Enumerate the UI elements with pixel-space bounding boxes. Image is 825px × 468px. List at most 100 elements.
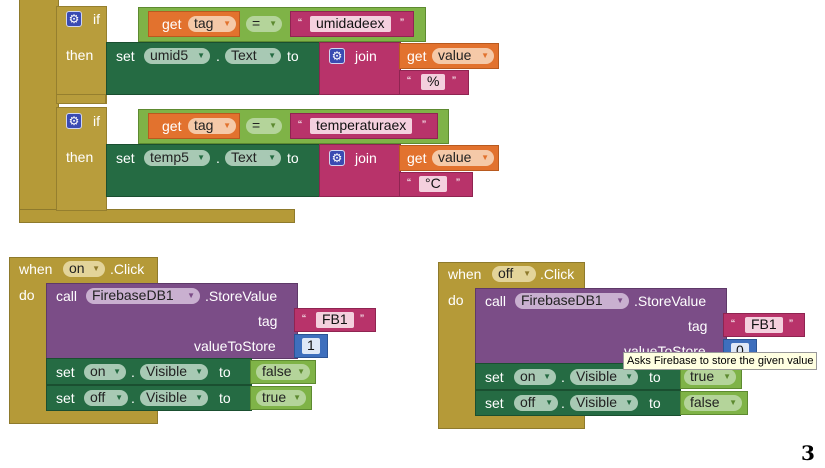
- component-dropdown[interactable]: off ▼: [84, 390, 128, 406]
- triangle-down-icon: ▼: [187, 291, 195, 300]
- join-label: join: [355, 150, 377, 166]
- boolean-dropdown[interactable]: true ▼: [684, 369, 736, 385]
- triangle-down-icon: ▼: [113, 367, 121, 376]
- event-block-top[interactable]: [19, 0, 59, 223]
- tag-dropdown[interactable]: tag ▼: [188, 118, 236, 134]
- tag-text-value[interactable]: FB1: [316, 312, 354, 328]
- to-label: to: [219, 390, 231, 406]
- get-label: get: [407, 150, 427, 166]
- event-label: .Click: [540, 266, 575, 282]
- property-dropdown[interactable]: Visible ▼: [140, 390, 208, 406]
- operator-dropdown[interactable]: = ▼: [246, 16, 282, 32]
- boolean-dropdown[interactable]: false ▼: [684, 395, 742, 411]
- property-dropdown[interactable]: Text ▼: [225, 48, 281, 64]
- then-label: then: [66, 47, 94, 63]
- triangle-down-icon: ▼: [625, 372, 633, 381]
- get-label: get: [162, 118, 182, 134]
- text-value[interactable]: temperaturaex: [310, 118, 413, 134]
- page-number: 3: [801, 441, 815, 465]
- dot-label: .: [131, 390, 135, 406]
- firebase-dropdown[interactable]: FirebaseDB1 ▼: [515, 293, 629, 309]
- tag-text-value[interactable]: FB1: [745, 317, 783, 333]
- quote-open: “: [302, 312, 306, 326]
- gear-icon[interactable]: ⚙: [66, 113, 82, 129]
- if-label: if: [93, 113, 100, 129]
- tag-dropdown[interactable]: tag ▼: [188, 16, 236, 32]
- value-dropdown[interactable]: value ▼: [432, 48, 494, 64]
- triangle-down-icon: ▼: [223, 19, 231, 28]
- do-label: do: [19, 287, 35, 303]
- triangle-down-icon: ▼: [543, 372, 551, 381]
- text-value[interactable]: %: [421, 74, 446, 90]
- component-dropdown[interactable]: on ▼: [514, 369, 556, 385]
- then-label: then: [66, 149, 94, 165]
- firebase-dropdown[interactable]: FirebaseDB1 ▼: [86, 288, 200, 304]
- property-dropdown[interactable]: Visible ▼: [140, 364, 208, 380]
- when-label: when: [19, 261, 53, 277]
- property-dropdown[interactable]: Visible ▼: [570, 395, 638, 411]
- triangle-down-icon: ▼: [481, 51, 489, 60]
- quote-open: “: [298, 118, 302, 132]
- join-label: join: [355, 48, 377, 64]
- tag-param-label: tag: [258, 313, 278, 329]
- when-label: when: [448, 266, 482, 282]
- triangle-down-icon: ▼: [616, 296, 624, 305]
- value-dropdown[interactable]: value ▼: [432, 150, 494, 166]
- number-value[interactable]: 1: [302, 338, 320, 354]
- triangle-down-icon: ▼: [297, 367, 305, 376]
- quote-open: “: [407, 74, 411, 88]
- quote-close: ”: [422, 118, 426, 132]
- component-dropdown[interactable]: umid5 ▼: [144, 48, 210, 64]
- triangle-down-icon: ▼: [115, 393, 123, 402]
- component-dropdown[interactable]: off ▼: [492, 266, 536, 282]
- call-label: call: [485, 293, 507, 309]
- triangle-down-icon: ▼: [269, 121, 277, 130]
- triangle-down-icon: ▼: [195, 393, 203, 402]
- quote-close: ”: [452, 74, 456, 88]
- operator-dropdown[interactable]: = ▼: [246, 118, 282, 134]
- boolean-dropdown[interactable]: true ▼: [256, 390, 306, 406]
- property-dropdown[interactable]: Text ▼: [225, 150, 281, 166]
- tag-param-label: tag: [688, 318, 708, 334]
- component-dropdown[interactable]: on ▼: [84, 364, 126, 380]
- quote-close: ”: [789, 317, 793, 331]
- gear-icon[interactable]: ⚙: [329, 48, 345, 64]
- boolean-dropdown[interactable]: false ▼: [256, 364, 310, 380]
- quote-open: “: [298, 16, 302, 30]
- quote-close: ”: [400, 16, 404, 30]
- triangle-down-icon: ▼: [545, 398, 553, 407]
- if-block-1-bottom: [56, 94, 106, 104]
- to-label: to: [649, 395, 661, 411]
- to-label: to: [219, 364, 231, 380]
- triangle-down-icon: ▼: [523, 269, 531, 278]
- property-dropdown[interactable]: Visible ▼: [570, 369, 638, 385]
- method-label: .StoreValue: [634, 293, 707, 309]
- quote-open: “: [407, 176, 411, 190]
- component-dropdown[interactable]: off ▼: [514, 395, 558, 411]
- gear-icon[interactable]: ⚙: [66, 11, 82, 27]
- triangle-down-icon: ▼: [293, 393, 301, 402]
- quote-close: ”: [456, 176, 460, 190]
- text-value[interactable]: umidadeex: [310, 16, 391, 32]
- method-label: .StoreValue: [205, 288, 278, 304]
- triangle-down-icon: ▼: [92, 264, 100, 273]
- call-label: call: [56, 288, 78, 304]
- triangle-down-icon: ▼: [197, 51, 205, 60]
- dot-label: .: [216, 150, 220, 166]
- triangle-down-icon: ▼: [723, 372, 731, 381]
- component-dropdown[interactable]: temp5 ▼: [144, 150, 210, 166]
- text-value[interactable]: °C: [419, 176, 447, 192]
- triangle-down-icon: ▼: [481, 153, 489, 162]
- get-label: get: [407, 48, 427, 64]
- to-label: to: [287, 150, 299, 166]
- do-label: do: [448, 292, 464, 308]
- event-block-top-bottom-bar: [19, 209, 295, 223]
- triangle-down-icon: ▼: [223, 121, 231, 130]
- gear-icon[interactable]: ⚙: [329, 150, 345, 166]
- set-label: set: [56, 390, 75, 406]
- quote-close: ”: [360, 312, 364, 326]
- component-dropdown[interactable]: on ▼: [63, 261, 105, 277]
- if-label: if: [93, 11, 100, 27]
- triangle-down-icon: ▼: [729, 398, 737, 407]
- event-label: .Click: [110, 261, 145, 277]
